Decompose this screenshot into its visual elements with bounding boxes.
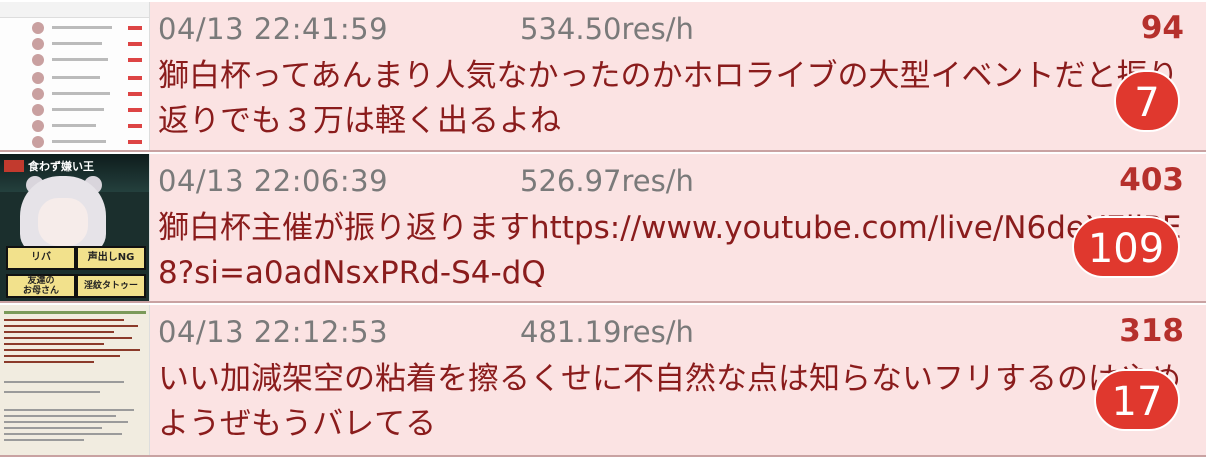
thumbnail-cell: 友達の お母さん (6, 274, 76, 298)
thumbnail-title: 食わず嫌い王 (28, 160, 94, 173)
thread-speed: 481.19res/h (520, 315, 694, 349)
thread-date: 04/13 22:41:59 (158, 12, 389, 46)
thread-row[interactable]: 04/13 22:41:59 534.50res/h 94 獅白杯ってあんまり人… (0, 2, 1206, 152)
thread-speed: 534.50res/h (520, 12, 694, 46)
new-response-badge: 17 (1094, 369, 1180, 431)
thread-date: 04/13 22:06:39 (158, 164, 389, 198)
thread-thumbnail (0, 305, 150, 455)
thumbnail-cell: 声出しNG (76, 246, 146, 270)
thread-title[interactable]: 獅白杯主催が振り返りますhttps://www.youtube.com/live… (158, 206, 1198, 296)
thread-thumbnail: 食わず嫌い王 リバ 声出しNG 友達の お母さん 淫紋タトゥー (0, 154, 150, 301)
thread-response-count: 403 (1119, 162, 1184, 198)
new-response-badge: 109 (1072, 216, 1180, 278)
thread-title[interactable]: 獅白杯ってあんまり人気なかったのかホロライブの大型イベントだと振り返りでも３万は… (158, 54, 1198, 144)
thread-title[interactable]: いい加減架空の粘着を擦るくせに不自然な点は知らないフリするのはやめようぜもうバレ… (158, 357, 1198, 447)
thread-row[interactable]: 04/13 22:12:53 481.19res/h 318 いい加減架空の粘着… (0, 305, 1206, 457)
thread-list: 04/13 22:41:59 534.50res/h 94 獅白杯ってあんまり人… (0, 0, 1206, 457)
thread-row[interactable]: 食わず嫌い王 リバ 声出しNG 友達の お母さん 淫紋タトゥー 04/13 22… (0, 154, 1206, 303)
thread-date: 04/13 22:12:53 (158, 315, 389, 349)
thread-speed: 526.97res/h (520, 164, 694, 198)
new-response-badge: 7 (1114, 70, 1180, 132)
thumbnail-cell: リバ (6, 246, 76, 270)
thread-response-count: 94 (1140, 10, 1184, 46)
thread-response-count: 318 (1119, 313, 1184, 349)
thread-thumbnail (0, 2, 150, 150)
thumbnail-cell: 淫紋タトゥー (76, 274, 146, 298)
